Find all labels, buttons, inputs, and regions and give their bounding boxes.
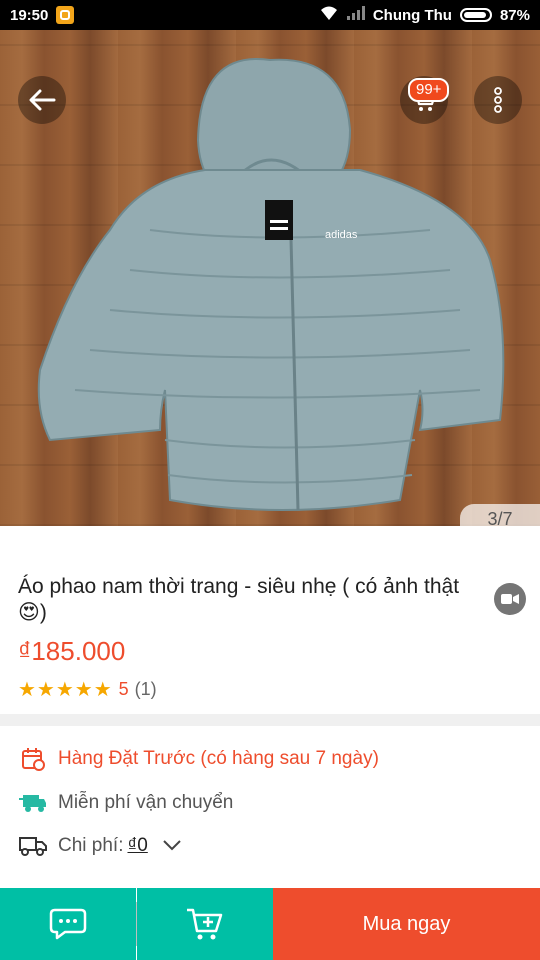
bottom-action-bar: Mua ngay	[0, 888, 540, 960]
product-title: Áo phao nam thời trang - siêu nhẹ ( có ả…	[18, 575, 460, 624]
chevron-down-icon[interactable]	[162, 835, 182, 857]
rating-stars: ★★★★★	[18, 679, 113, 701]
status-time: 19:50	[10, 6, 49, 24]
shipping-text: Miễn phí vận chuyển	[58, 792, 234, 813]
shipping-cost-row[interactable]: Chi phí: ₫0	[18, 831, 182, 861]
rating-score: 5	[118, 679, 129, 699]
battery-percent: 87%	[499, 6, 530, 24]
back-arrow-icon	[29, 89, 56, 111]
product-image[interactable]: adidas 99+	[0, 30, 540, 526]
cost-value: ₫0	[127, 835, 148, 856]
more-options-button[interactable]	[474, 76, 522, 124]
chat-icon	[49, 908, 87, 940]
truck-icon	[18, 831, 48, 861]
rating-summary[interactable]: ★★★★★ 5 (1)	[18, 677, 157, 702]
notification-icon	[56, 6, 75, 24]
preorder-info: Hàng Đặt Trước (có hàng sau 7 ngày)	[18, 744, 379, 774]
buy-now-button[interactable]: Mua ngay	[273, 888, 540, 960]
product-price: ₫185.000	[18, 636, 126, 666]
signal-icon	[346, 6, 365, 24]
jacket-photo: adidas	[37, 58, 505, 511]
more-vertical-icon	[494, 87, 502, 113]
shipping-info: Miễn phí vận chuyển	[18, 788, 233, 818]
status-bar: 19:50 Chung Thu 87%	[0, 0, 540, 30]
cost-label: Chi phí:	[58, 835, 124, 856]
image-counter: 3/7	[460, 504, 540, 534]
preorder-text: Hàng Đặt Trước (có hàng sau 7 ngày)	[58, 748, 379, 769]
section-divider	[0, 714, 540, 726]
back-button[interactable]	[18, 76, 66, 124]
brand-logo: adidas	[325, 229, 358, 241]
free-shipping-icon	[18, 788, 48, 818]
cart-count-badge: 99+	[408, 78, 450, 102]
rating-count: (1)	[134, 679, 157, 699]
chat-button[interactable]	[0, 888, 136, 960]
carrier-name: Chung Thu	[372, 6, 452, 24]
add-to-cart-icon	[187, 908, 223, 940]
wifi-icon	[319, 5, 339, 25]
calendar-icon	[18, 744, 48, 774]
battery-icon	[459, 8, 492, 22]
add-to-cart-button[interactable]	[137, 888, 273, 960]
video-icon[interactable]	[494, 583, 526, 615]
